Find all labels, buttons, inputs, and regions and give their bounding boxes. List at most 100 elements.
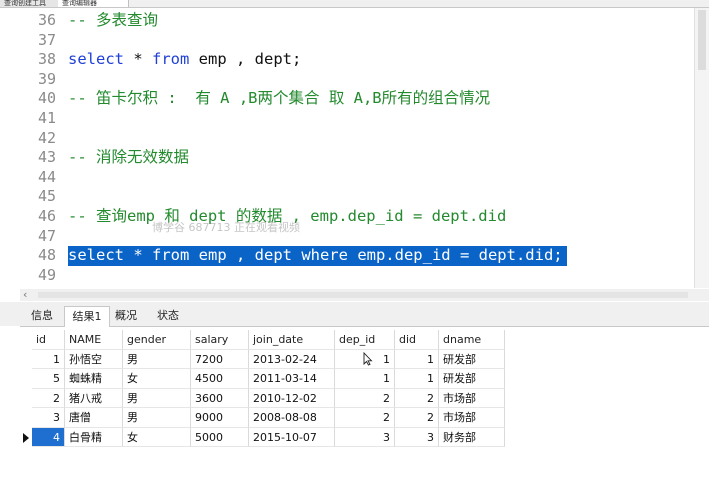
code-text: -- 多表查询 (68, 11, 158, 31)
line-number: 48 (37, 246, 56, 265)
table-cell[interactable]: 男 (123, 349, 191, 369)
line-number: 36 (37, 11, 56, 29)
line-number: 37 (37, 30, 56, 49)
mouse-cursor-icon (363, 352, 373, 366)
editor-line[interactable]: 37 (0, 31, 695, 51)
scrollbar-thumb[interactable] (698, 10, 706, 70)
sql-comment: -- 多表查询 (68, 11, 158, 29)
code-text: select * from emp , dept where emp.dep_i… (68, 246, 567, 266)
sql-editor[interactable]: 36 -- 多表查询 37 38 select * from emp , dept; 39… (0, 8, 709, 288)
line-number: 46 (37, 207, 56, 225)
table-cell[interactable]: 市场部 (439, 408, 505, 428)
table-cell[interactable]: 孙悟空 (65, 349, 123, 369)
scroll-left-arrow-icon[interactable]: ‹ (23, 288, 27, 301)
tab-query-builder[interactable]: 查询创建工具 (0, 0, 63, 7)
editor-line[interactable]: 49 (0, 266, 695, 286)
line-number: 47 (37, 226, 56, 245)
table-cell[interactable]: 财务部 (439, 427, 505, 447)
editor-horizontal-scrollbar[interactable]: ‹ (20, 288, 709, 301)
line-number: 38 (37, 50, 56, 69)
sql-token: emp.dep_id = dept.did; (347, 246, 563, 265)
editor-line[interactable]: 41 (0, 109, 695, 129)
column-header-join_date[interactable]: join_date (249, 330, 335, 350)
column-header-did[interactable]: did (395, 330, 439, 350)
sql-token: * (124, 246, 152, 265)
editor-line[interactable]: 46 -- 查询emp 和 dept 的数据 , emp.dep_id = dep… (0, 207, 695, 227)
table-cell[interactable]: 9000 (191, 408, 249, 428)
table-cell[interactable]: 1 (395, 369, 439, 389)
table-cell[interactable]: 3 (395, 427, 439, 447)
table-cell[interactable]: 4 (32, 427, 65, 447)
editor-line[interactable]: 48 select * from emp , dept where emp.dep… (0, 246, 695, 266)
table-cell[interactable]: 3600 (191, 388, 249, 408)
tab-profile[interactable]: 概况 (110, 306, 142, 326)
tab-status[interactable]: 状态 (150, 306, 186, 326)
editor-line[interactable]: 42 (0, 129, 695, 149)
row-selector-gutter (0, 326, 20, 493)
table-cell[interactable]: 研发部 (439, 349, 505, 369)
table-cell[interactable]: 2 (395, 388, 439, 408)
tab-info[interactable]: 信息 (24, 306, 60, 326)
column-header-dep_id[interactable]: dep_id (335, 330, 395, 350)
editor-line[interactable]: 39 (0, 70, 695, 90)
table-cell[interactable]: 市场部 (439, 388, 505, 408)
line-number: 45 (37, 187, 56, 206)
table-cell[interactable]: 2011-03-14 (249, 369, 335, 389)
editor-line[interactable]: 47 (0, 227, 695, 247)
line-number: 49 (37, 265, 56, 284)
table-cell[interactable]: 2010-12-02 (249, 388, 335, 408)
sql-keyword: from (152, 246, 190, 265)
table-cell[interactable]: 1 (395, 349, 439, 369)
table-cell[interactable]: 2015-10-07 (249, 427, 335, 447)
table-cell[interactable]: 5000 (191, 427, 249, 447)
sql-comment: -- 查询emp 和 dept 的数据 , emp.dep_id = dept.… (68, 207, 507, 225)
table-cell[interactable]: 2 (335, 388, 395, 408)
column-header-dname[interactable]: dname (439, 330, 505, 350)
table-cell[interactable]: 3 (32, 408, 65, 428)
code-text: select * from emp , dept; (68, 50, 301, 70)
table-cell[interactable]: 5 (32, 369, 65, 389)
table-cell[interactable]: 7200 (191, 349, 249, 369)
tab-result-1[interactable]: 结果1 (64, 306, 110, 327)
table-cell[interactable]: 2008-08-08 (249, 408, 335, 428)
column-header-salary[interactable]: salary (191, 330, 249, 350)
sql-token: * (124, 50, 152, 69)
table-cell[interactable]: 研发部 (439, 369, 505, 389)
line-number: 41 (37, 109, 56, 127)
current-row-indicator-icon (23, 433, 29, 443)
line-number: 40 (37, 89, 56, 108)
table-cell[interactable]: 2013-02-24 (249, 349, 335, 369)
column-header-id[interactable]: id (32, 330, 65, 350)
table-cell[interactable]: 猪八戒 (65, 388, 123, 408)
table-cell[interactable]: 白骨精 (65, 427, 123, 447)
table-cell[interactable]: 4500 (191, 369, 249, 389)
sql-comment: -- 消除无效数据 (68, 148, 189, 167)
editor-line[interactable]: 44 (0, 168, 695, 188)
editor-line[interactable]: 43 -- 消除无效数据 (0, 148, 695, 168)
table-cell[interactable]: 女 (123, 427, 191, 447)
table-cell[interactable]: 女 (123, 369, 191, 389)
column-header-gender[interactable]: gender (123, 330, 191, 350)
line-number: 39 (37, 69, 56, 88)
editor-line[interactable]: 36 -- 多表查询 (0, 11, 695, 31)
scrollbar-thumb[interactable] (38, 292, 688, 298)
table-cell[interactable]: 唐僧 (65, 408, 123, 428)
table-cell[interactable]: 男 (123, 388, 191, 408)
result-tabs: 信息 结果1 概况 状态 (0, 302, 709, 327)
table-cell[interactable]: 2 (335, 408, 395, 428)
column-header-name[interactable]: NAME (65, 330, 123, 350)
table-cell[interactable]: 男 (123, 408, 191, 428)
table-cell[interactable]: 1 (32, 349, 65, 369)
sql-keyword: select (68, 50, 124, 69)
table-cell[interactable]: 2 (32, 388, 65, 408)
table-cell[interactable]: 2 (395, 408, 439, 428)
tab-query-editor[interactable]: 查询编辑器 (58, 0, 129, 7)
editor-line[interactable]: 45 (0, 187, 695, 207)
editor-line[interactable]: 40 -- 笛卡尔积 : 有 A ,B两个集合 取 A,B所有的组合情况 (0, 89, 695, 109)
editor-line[interactable]: 38 select * from emp , dept; (0, 50, 695, 70)
table-cell[interactable]: 3 (335, 427, 395, 447)
table-cell[interactable]: 蜘蛛精 (65, 369, 123, 389)
table-cell[interactable]: 1 (335, 369, 395, 389)
line-number: 44 (37, 167, 56, 186)
editor-vertical-scrollbar[interactable] (694, 8, 709, 288)
